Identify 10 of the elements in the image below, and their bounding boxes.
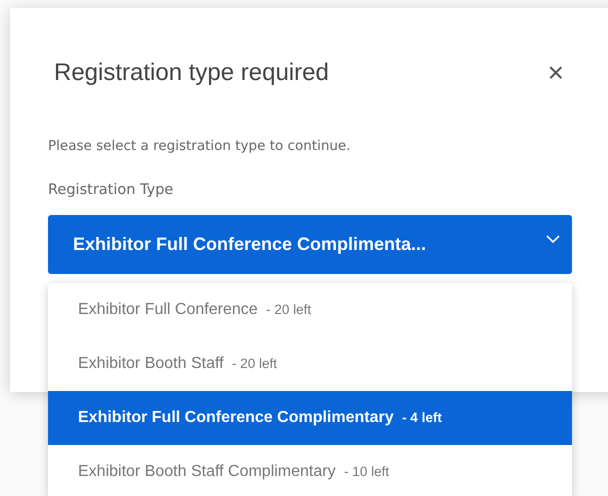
dropdown-option[interactable]: Exhibitor Booth Staff - 20 left	[48, 337, 572, 391]
chevron-icon	[546, 235, 560, 244]
field-label: Registration Type	[48, 182, 174, 200]
registration-type-select[interactable]: Exhibitor Full Conference Complimenta...	[48, 215, 572, 274]
dialog-title: Registration type required	[53, 59, 330, 87]
close-button[interactable]: ×	[540, 57, 572, 89]
dialog-message: Please select a registration type to continue.	[48, 138, 352, 156]
dropdown-option[interactable]: Exhibitor Full Conference Complimentary - 4 left	[48, 391, 572, 445]
dropdown-option[interactable]: Exhibitor Full Conference - 20 left	[48, 283, 572, 337]
dropdown-option[interactable]: Exhibitor Booth Staff Complimentary - 10 left	[48, 445, 572, 496]
